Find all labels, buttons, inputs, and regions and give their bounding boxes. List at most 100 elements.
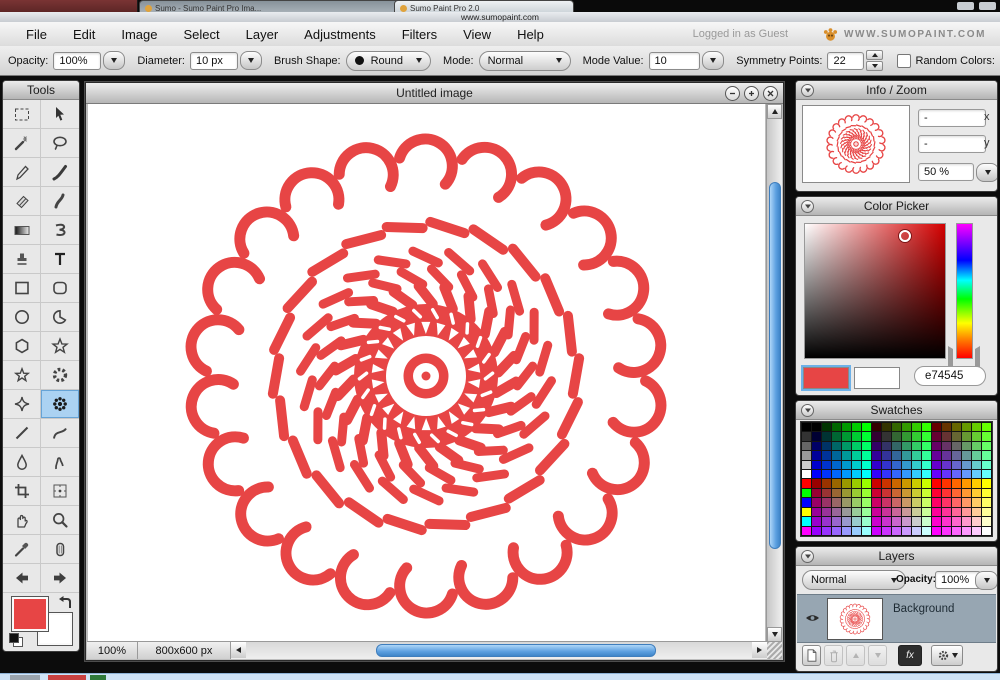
swatch[interactable]	[832, 517, 841, 525]
swatch[interactable]	[892, 470, 901, 478]
swatch[interactable]	[902, 470, 911, 478]
swatch[interactable]	[902, 517, 911, 525]
swatch[interactable]	[812, 432, 821, 440]
swatch[interactable]	[812, 489, 821, 497]
swatch[interactable]	[822, 442, 831, 450]
swatch[interactable]	[912, 470, 921, 478]
layer-opacity-dropdown-button[interactable]	[975, 571, 998, 590]
swatch[interactable]	[852, 527, 861, 535]
swatch[interactable]	[852, 517, 861, 525]
swatch[interactable]	[822, 423, 831, 431]
swatch[interactable]	[922, 508, 931, 516]
swatch[interactable]	[972, 432, 981, 440]
swatch[interactable]	[982, 527, 991, 535]
swatch[interactable]	[922, 479, 931, 487]
scroll-right-button[interactable]	[752, 642, 767, 658]
swatch[interactable]	[952, 498, 961, 506]
swatch[interactable]	[832, 451, 841, 459]
swatch[interactable]	[892, 423, 901, 431]
swatch[interactable]	[962, 442, 971, 450]
swatch[interactable]	[882, 423, 891, 431]
swatch[interactable]	[842, 527, 851, 535]
swatch[interactable]	[932, 489, 941, 497]
swatch[interactable]	[942, 423, 951, 431]
swatch[interactable]	[972, 451, 981, 459]
swatch[interactable]	[892, 461, 901, 469]
swatch[interactable]	[982, 423, 991, 431]
swatch[interactable]	[912, 432, 921, 440]
swatch[interactable]	[872, 442, 881, 450]
swatch[interactable]	[842, 479, 851, 487]
tool-redo-arrow[interactable]	[41, 564, 79, 593]
swatch[interactable]	[892, 432, 901, 440]
swatch[interactable]	[842, 470, 851, 478]
swatch[interactable]	[972, 517, 981, 525]
swatch[interactable]	[932, 442, 941, 450]
swatch[interactable]	[882, 470, 891, 478]
swatch[interactable]	[822, 489, 831, 497]
tool-transform-3d[interactable]	[41, 216, 79, 245]
mode-value-input[interactable]: 10	[649, 52, 701, 70]
swatch[interactable]	[822, 451, 831, 459]
tool-line[interactable]	[3, 419, 41, 448]
swatch[interactable]	[982, 479, 991, 487]
layer-settings-button[interactable]	[931, 645, 963, 666]
layer-thumbnail[interactable]	[827, 598, 883, 640]
swatch[interactable]	[802, 498, 811, 506]
swatch[interactable]	[812, 498, 821, 506]
swatch[interactable]	[952, 508, 961, 516]
swatch[interactable]	[932, 461, 941, 469]
tool-curved-star[interactable]	[3, 390, 41, 419]
hue-slider-right[interactable]	[975, 349, 980, 367]
move-layer-down-button[interactable]	[868, 645, 887, 666]
site-url-text[interactable]: WWW.SUMOPAINT.COM	[844, 29, 986, 40]
swatch[interactable]	[882, 461, 891, 469]
swatch[interactable]	[842, 498, 851, 506]
swatch[interactable]	[912, 517, 921, 525]
swatch[interactable]	[892, 442, 901, 450]
swatch[interactable]	[832, 508, 841, 516]
scroll-left-button[interactable]	[231, 642, 246, 658]
hue-slider-left[interactable]	[948, 349, 953, 367]
tool-rect-select[interactable]	[3, 100, 41, 129]
swatch[interactable]	[802, 508, 811, 516]
tool-undo-arrow[interactable]	[3, 564, 41, 593]
symmetry-stepper[interactable]	[866, 50, 883, 71]
swatch[interactable]	[912, 479, 921, 487]
swatch[interactable]	[832, 423, 841, 431]
tool-move[interactable]	[41, 100, 79, 129]
swatch[interactable]	[812, 527, 821, 535]
diameter-dropdown-button[interactable]	[240, 51, 262, 70]
swatch[interactable]	[802, 451, 811, 459]
close-icon[interactable]	[763, 86, 778, 101]
swatch[interactable]	[952, 489, 961, 497]
menu-adjustments[interactable]: Adjustments	[304, 27, 376, 42]
swatch[interactable]	[842, 461, 851, 469]
swatch[interactable]	[822, 470, 831, 478]
swatch[interactable]	[822, 432, 831, 440]
swatch[interactable]	[882, 498, 891, 506]
swatch[interactable]	[952, 461, 961, 469]
swatch[interactable]	[822, 508, 831, 516]
swatch[interactable]	[942, 442, 951, 450]
swatch[interactable]	[892, 517, 901, 525]
swatch[interactable]	[942, 527, 951, 535]
swatch[interactable]	[942, 517, 951, 525]
swatch[interactable]	[852, 489, 861, 497]
horizontal-scroll-thumb[interactable]	[376, 644, 657, 657]
swatch[interactable]	[972, 508, 981, 516]
random-colors-checkbox[interactable]	[897, 54, 910, 68]
swatch[interactable]	[862, 498, 871, 506]
menu-edit[interactable]: Edit	[73, 27, 95, 42]
symmetry-points-input[interactable]: 22	[827, 52, 864, 70]
swatch[interactable]	[832, 432, 841, 440]
swatch[interactable]	[802, 470, 811, 478]
swatch[interactable]	[952, 517, 961, 525]
resize-grip[interactable]	[767, 642, 782, 659]
collapse-icon[interactable]	[801, 84, 814, 97]
swatch[interactable]	[812, 479, 821, 487]
delete-layer-button[interactable]	[824, 645, 843, 666]
swatch[interactable]	[982, 517, 991, 525]
swatch[interactable]	[982, 489, 991, 497]
swatch[interactable]	[862, 479, 871, 487]
